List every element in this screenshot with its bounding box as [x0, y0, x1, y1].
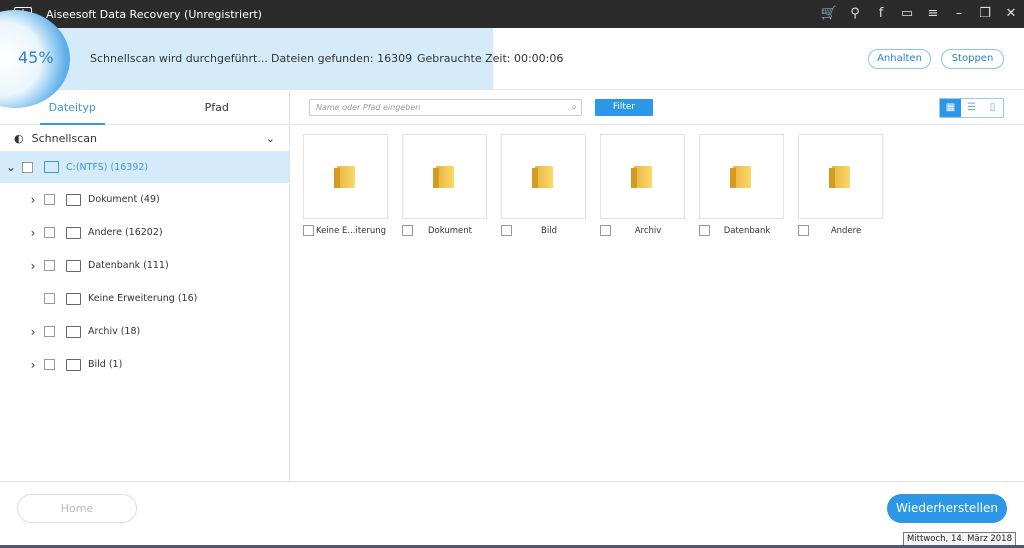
chat-icon[interactable]: ▭: [894, 0, 920, 28]
scan-mode-dropdown[interactable]: ◐ Schnellscan ⌄: [0, 125, 289, 151]
window-title: Aiseesoft Data Recovery (Unregistriert): [46, 7, 262, 21]
category-icon: [66, 292, 81, 305]
chevron-right-icon[interactable]: ›: [22, 259, 44, 273]
chevron-right-icon[interactable]: ›: [22, 358, 44, 372]
files-found: Dateien gefunden: 16309: [271, 52, 413, 65]
folder-card[interactable]: Datenbank: [699, 134, 784, 236]
folder-icon: [729, 165, 751, 188]
folder-card[interactable]: Andere: [798, 134, 883, 236]
minimize-icon[interactable]: –: [946, 0, 972, 28]
tree-item[interactable]: › Andere (16202): [0, 216, 289, 249]
scan-progress: 45% Schnellscan wird durchgeführt... Dat…: [0, 10, 1024, 108]
date-tooltip: Mittwoch, 14. März 2018: [902, 532, 1016, 546]
tree-item-drive[interactable]: ⌄ C:(NTFS) (16392): [0, 151, 289, 183]
folder-label: Bild: [541, 225, 557, 236]
folder-label: Datenbank: [723, 225, 771, 236]
checkbox[interactable]: [44, 227, 55, 238]
menu-icon[interactable]: ≡: [920, 0, 946, 28]
category-icon: [66, 226, 81, 239]
checkbox[interactable]: [22, 161, 33, 173]
checkbox[interactable]: [402, 225, 413, 236]
restore-icon[interactable]: ❐: [972, 0, 998, 28]
sidebar: Dateityp Pfad ◐ Schnellscan ⌄ ⌄ C:(NTFS)…: [0, 91, 290, 481]
tree-item-label: Dokument (49): [88, 194, 160, 205]
drive-label: C:(NTFS) (16392): [66, 161, 149, 173]
facebook-icon[interactable]: f: [868, 0, 894, 28]
folder-label: Andere: [830, 225, 862, 236]
home-button[interactable]: Home: [17, 494, 137, 523]
scan-status: Schnellscan wird durchgeführt...: [90, 52, 268, 65]
chevron-right-icon[interactable]: ›: [22, 325, 44, 339]
tree-item-label: Archiv (18): [88, 326, 141, 337]
chevron-right-icon[interactable]: ›: [22, 226, 44, 240]
checkbox[interactable]: [501, 225, 512, 236]
tree-item-label: Datenbank (111): [88, 260, 169, 271]
drive-icon: [44, 161, 59, 173]
chevron-down-icon: ⌄: [265, 131, 275, 145]
stop-button[interactable]: Stoppen: [941, 49, 1004, 69]
elapsed-time: Gebrauchte Zeit: 00:00:06: [417, 52, 564, 65]
search-icon[interactable]: ⌕: [571, 100, 577, 115]
folder-card[interactable]: Archiv: [600, 134, 685, 236]
detail-view-icon[interactable]: ▯: [982, 99, 1003, 117]
scan-mode-icon: ◐: [14, 131, 24, 145]
main-panel: Name oder Pfad eingeben ⌕ Filter ▦ ☰ ▯ Ke…: [291, 91, 1024, 481]
tree-item[interactable]: › Dokument (49): [0, 183, 289, 216]
folder-icon: [531, 165, 553, 188]
category-icon: [66, 259, 81, 272]
category-icon: [66, 358, 81, 371]
tab-dateityp[interactable]: Dateityp: [0, 91, 145, 125]
progress-percent: 45%: [18, 48, 54, 67]
search-placeholder: Name oder Pfad eingeben: [316, 103, 421, 112]
folder-label: Archiv: [634, 225, 662, 236]
footer: Home Wiederherstellen Mittwoch, 14. März…: [0, 481, 1024, 548]
grid-view-icon[interactable]: ▦: [940, 99, 961, 117]
folder-label: Keine E...iterung: [315, 225, 387, 236]
search-input[interactable]: Name oder Pfad eingeben ⌕: [309, 99, 582, 116]
checkbox[interactable]: [600, 225, 611, 236]
filter-button[interactable]: Filter: [595, 99, 653, 116]
pause-button[interactable]: Anhalten: [868, 49, 931, 69]
tab-pfad[interactable]: Pfad: [145, 91, 290, 124]
tree-item-label: Andere (16202): [88, 227, 163, 238]
cart-icon[interactable]: 🛒: [816, 0, 842, 28]
close-icon[interactable]: ✕: [998, 0, 1024, 28]
checkbox[interactable]: [699, 225, 710, 236]
key-icon[interactable]: ⚲: [842, 0, 868, 28]
category-icon: [66, 193, 81, 206]
folder-icon: [432, 165, 454, 188]
tree-item[interactable]: › Archiv (18): [0, 315, 289, 348]
tree-item[interactable]: › Datenbank (111): [0, 249, 289, 282]
tree-item-label: Keine Erweiterung (16): [88, 293, 198, 304]
list-view-icon[interactable]: ☰: [961, 99, 982, 117]
tree-item[interactable]: Keine Erweiterung (16): [0, 282, 289, 315]
checkbox[interactable]: [798, 225, 809, 236]
folder-label: Dokument: [427, 225, 473, 236]
chevron-down-icon[interactable]: ⌄: [0, 160, 22, 174]
checkbox[interactable]: [44, 293, 55, 304]
chevron-right-icon[interactable]: ›: [22, 193, 44, 207]
checkbox[interactable]: [44, 359, 55, 370]
folder-icon: [828, 165, 850, 188]
folder-icon: [630, 165, 652, 188]
checkbox[interactable]: [44, 326, 55, 337]
tree-item-label: Bild (1): [88, 359, 123, 370]
checkbox[interactable]: [44, 260, 55, 271]
restore-button[interactable]: Wiederherstellen: [887, 494, 1007, 523]
folder-card[interactable]: Dokument: [402, 134, 487, 236]
checkbox[interactable]: [303, 225, 314, 236]
scan-mode-label: Schnellscan: [31, 131, 97, 145]
category-icon: [66, 325, 81, 338]
folder-card[interactable]: Keine E...iterung: [303, 134, 388, 236]
folder-card[interactable]: Bild: [501, 134, 586, 236]
checkbox[interactable]: [44, 194, 55, 205]
tree-item[interactable]: › Bild (1): [0, 348, 289, 381]
folder-icon: [333, 165, 355, 188]
title-bar: + Aiseesoft Data Recovery (Unregistriert…: [0, 0, 1024, 28]
